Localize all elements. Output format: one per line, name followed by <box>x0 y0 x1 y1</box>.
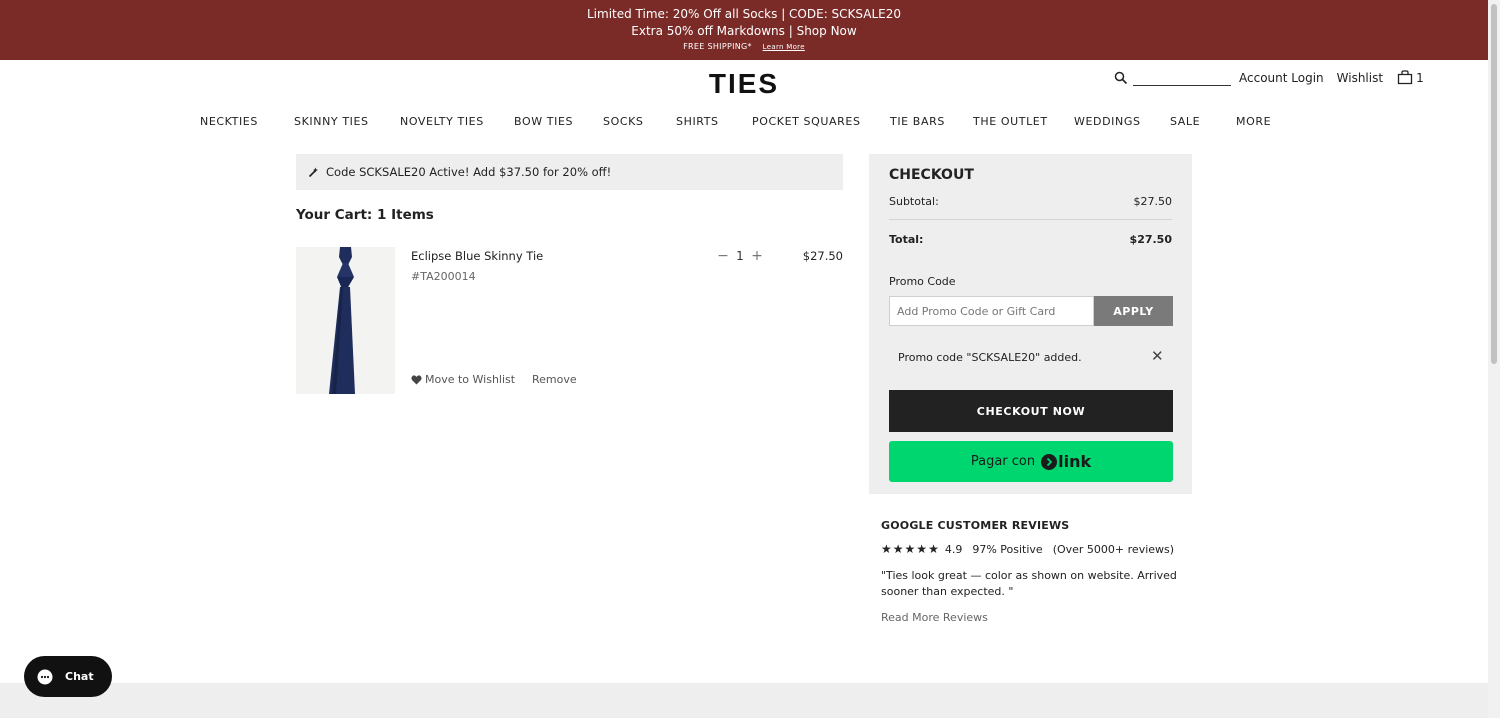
total-label: Total: <box>889 233 924 246</box>
free-shipping-text: FREE SHIPPING* <box>683 42 752 51</box>
positive-percent: 97% Positive <box>972 542 1043 556</box>
nav-sale[interactable]: SALE <box>1170 115 1200 128</box>
learn-more-link[interactable]: Learn More <box>763 43 805 51</box>
wishlist-link[interactable]: Wishlist <box>1337 71 1383 85</box>
promo-line-markdowns[interactable]: Extra 50% off Markdowns | Shop Now <box>0 24 1488 38</box>
link-arrow-icon <box>1041 453 1058 470</box>
checkout-panel: CHECKOUT Subtotal: $27.50 Total: $27.50 … <box>869 154 1192 494</box>
nav-the-outlet[interactable]: THE OUTLET <box>973 115 1048 128</box>
star-icon: ★ <box>904 542 916 556</box>
quantity-stepper: − 1 + <box>716 248 764 264</box>
increase-quantity-button[interactable]: + <box>750 248 764 264</box>
divider <box>889 219 1172 220</box>
product-image[interactable] <box>296 247 395 394</box>
link-pay-text: Pagar con <box>970 454 1036 469</box>
nav-pocket-squares[interactable]: POCKET SQUARES <box>752 115 861 128</box>
product-name[interactable]: Eclipse Blue Skinny Tie <box>411 249 543 263</box>
star-rating: ★ ★ ★ ★ ★ <box>881 542 940 556</box>
read-more-reviews-link[interactable]: Read More Reviews <box>881 611 988 624</box>
magic-wand-icon <box>308 167 318 177</box>
subtotal-value: $27.50 <box>1133 195 1173 208</box>
cart-title: Your Cart: 1 Items <box>296 207 434 223</box>
move-to-wishlist-button[interactable]: Move to Wishlist <box>411 373 515 386</box>
nav-bow-ties[interactable]: BOW TIES <box>514 115 573 128</box>
product-sku: #TA200014 <box>411 270 476 283</box>
total-value: $27.50 <box>1129 233 1172 246</box>
star-icon: ★ <box>928 542 939 556</box>
main-nav: NECKTIES SKINNY TIES NOVELTY TIES BOW TI… <box>0 115 1488 129</box>
review-quote: "Ties look great — color as shown on web… <box>881 569 1177 598</box>
move-to-wishlist-label: Move to Wishlist <box>425 373 516 386</box>
nav-tie-bars[interactable]: TIE BARS <box>890 115 945 128</box>
reviews-title: GOOGLE CUSTOMER REVIEWS <box>881 519 1070 532</box>
reviews-stats: ★ ★ ★ ★ ★ 4.9 97% Positive (Over 5000+ r… <box>881 542 1174 556</box>
promo-code-label: Promo Code <box>889 275 956 288</box>
star-icon: ★ <box>916 542 928 556</box>
footer <box>0 683 1488 718</box>
promo-line-socks[interactable]: Limited Time: 20% Off all Socks | CODE: … <box>0 7 1488 21</box>
cart-icon[interactable] <box>1397 70 1413 86</box>
pay-with-link-button[interactable]: Pagar con link <box>889 441 1173 482</box>
promo-code-input[interactable] <box>889 296 1094 326</box>
star-icon: ★ <box>892 542 904 556</box>
decrease-quantity-button[interactable]: − <box>716 248 730 264</box>
scrollbar-thumb[interactable] <box>1491 4 1497 364</box>
nav-shirts[interactable]: SHIRTS <box>676 115 719 128</box>
search-icon[interactable] <box>1114 71 1128 85</box>
apply-button[interactable]: APPLY <box>1094 296 1173 326</box>
checkout-now-button[interactable]: CHECKOUT NOW <box>889 390 1173 432</box>
chat-button[interactable]: Chat <box>24 656 112 697</box>
search-input[interactable] <box>1133 70 1231 86</box>
star-icon: ★ <box>881 542 892 556</box>
nav-neckties[interactable]: NECKTIES <box>200 115 258 128</box>
nav-novelty-ties[interactable]: NOVELTY TIES <box>400 115 484 128</box>
chat-bubble-icon <box>37 669 53 684</box>
account-login-link[interactable]: Account Login <box>1239 71 1324 85</box>
code-active-banner: Code SCKSALE20 Active! Add $37.50 for 20… <box>296 154 843 190</box>
cart-count[interactable]: 1 <box>1416 71 1424 85</box>
scrollbar[interactable] <box>1488 0 1500 718</box>
rating-value: 4.9 <box>944 542 963 556</box>
quantity-value[interactable]: 1 <box>730 249 750 263</box>
nav-weddings[interactable]: WEDDINGS <box>1074 115 1141 128</box>
chat-label: Chat <box>65 670 94 683</box>
nav-more[interactable]: MORE <box>1236 115 1271 128</box>
promo-added-message: Promo code "SCKSALE20" added. <box>898 351 1082 364</box>
close-icon[interactable]: ✕ <box>1151 347 1164 365</box>
review-count: (Over 5000+ reviews) <box>1052 542 1175 556</box>
promo-bar: Limited Time: 20% Off all Socks | CODE: … <box>0 0 1488 60</box>
heart-icon <box>411 374 422 385</box>
subtotal-label: Subtotal: <box>889 195 939 208</box>
link-brand-text: link <box>1058 452 1092 471</box>
nav-socks[interactable]: SOCKS <box>603 115 644 128</box>
promo-line-shipping: FREE SHIPPING* Learn More <box>0 42 1488 51</box>
remove-button[interactable]: Remove <box>532 373 577 386</box>
nav-skinny-ties[interactable]: SKINNY TIES <box>294 115 369 128</box>
checkout-title: CHECKOUT <box>889 167 974 183</box>
code-banner-text: Code SCKSALE20 Active! Add $37.50 for 20… <box>326 165 612 179</box>
product-price: $27.50 <box>802 249 843 263</box>
header-tools: Account Login Wishlist 1 <box>1114 68 1424 88</box>
